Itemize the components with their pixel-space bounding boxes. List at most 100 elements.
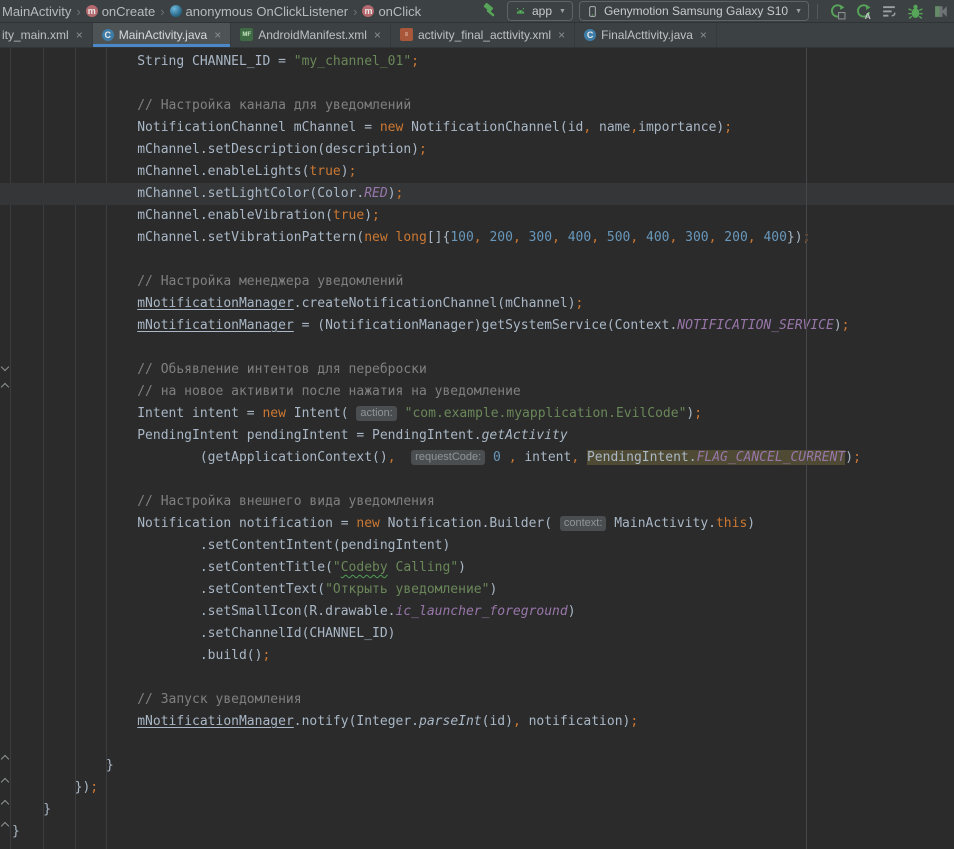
code-line[interactable]: // Обьявление интентов для переброски — [0, 359, 954, 381]
code-token[interactable]: 400 — [646, 230, 669, 245]
code-token[interactable]: Intent intent = — [12, 406, 262, 421]
code-token[interactable]: .setChannelId(CHANNEL_ID) — [12, 626, 396, 641]
code-token[interactable]: mChannel.setLightColor(Color. — [12, 186, 364, 201]
code-line[interactable]: mChannel.setVibrationPattern(new long[]{… — [0, 227, 954, 249]
code-token[interactable]: new — [356, 516, 379, 531]
code-token[interactable]: (id) — [482, 714, 513, 729]
code-token[interactable]: FLAG_CANCEL_CURRENT — [697, 450, 846, 465]
code-token[interactable] — [12, 318, 137, 333]
code-token[interactable] — [579, 450, 587, 465]
code-token[interactable]: ; — [372, 208, 380, 223]
code-token[interactable]: mChannel.enableLights( — [12, 164, 309, 179]
code-token[interactable]: ) — [364, 208, 372, 223]
code-token[interactable]: // Настройка менеджера уведомлений — [12, 274, 403, 289]
attach-debugger-icon[interactable] — [930, 1, 952, 21]
code-line[interactable]: .setContentTitle("Codeby Calling") — [0, 557, 954, 579]
code-line[interactable] — [0, 337, 954, 359]
code-token[interactable]: this — [716, 516, 747, 531]
code-line[interactable]: .setContentIntent(pendingIntent) — [0, 535, 954, 557]
code-token[interactable]: ) — [341, 164, 349, 179]
code-token[interactable]: Notification.Builder( — [380, 516, 560, 531]
code-line[interactable] — [0, 73, 954, 95]
code-token[interactable]: MainActivity. — [606, 516, 716, 531]
code-token[interactable]: ; — [724, 120, 732, 135]
tab-activity-final-acttivity-xml[interactable]: ≡activity_final_acttivity.xml× — [391, 22, 575, 47]
code-token[interactable]: ic_launcher_foreground — [396, 604, 568, 619]
build-hammer-icon[interactable] — [479, 1, 501, 21]
code-token[interactable]: RED — [364, 186, 387, 201]
code-token[interactable]: , — [591, 230, 599, 245]
code-token[interactable]: 200 — [489, 230, 512, 245]
code-token[interactable]: NOTIFICATION_SERVICE — [677, 318, 834, 333]
code-token[interactable]: notification) — [521, 714, 631, 729]
code-token[interactable]: new — [380, 120, 403, 135]
code-token[interactable]: // Запуск уведомления — [12, 692, 302, 707]
code-area[interactable]: String CHANNEL_ID = "my_channel_01"; // … — [0, 51, 954, 843]
code-token[interactable]: ; — [842, 318, 850, 333]
code-token[interactable]: , — [509, 450, 517, 465]
code-token[interactable]: mNotificationManager — [137, 296, 294, 311]
code-token[interactable]: // Настройка канала для уведомлений — [12, 98, 411, 113]
code-token[interactable]: 0 — [493, 450, 501, 465]
code-token[interactable] — [397, 406, 405, 421]
close-icon[interactable]: × — [214, 28, 221, 42]
code-token[interactable]: , — [583, 120, 591, 135]
code-line[interactable]: mChannel.setDescription(description); — [0, 139, 954, 161]
code-token[interactable]: ; — [419, 142, 427, 157]
code-token[interactable]: } — [12, 824, 20, 839]
breadcrumb-item-anonymous-onclicklistener[interactable]: anonymous OnClickListener — [168, 4, 351, 19]
fold-marker-icon[interactable] — [2, 800, 8, 806]
code-line[interactable]: // Запуск уведомления — [0, 689, 954, 711]
code-token[interactable]: "Открыть уведомление" — [325, 582, 489, 597]
code-token[interactable]: parseInt — [419, 714, 482, 729]
code-line[interactable]: // Настройка внешнего вида уведомления — [0, 491, 954, 513]
run-configuration-select[interactable]: app ▼ — [507, 1, 573, 21]
code-token[interactable]: 400 — [568, 230, 591, 245]
code-token[interactable]: String CHANNEL_ID = — [12, 54, 294, 69]
code-token[interactable]: ; — [576, 296, 584, 311]
code-token[interactable]: .setContentTitle( — [12, 560, 333, 575]
code-token[interactable]: // Настройка внешнего вида уведомления — [12, 494, 435, 509]
code-token[interactable]: }) — [12, 780, 90, 795]
code-token[interactable]: 400 — [763, 230, 786, 245]
code-token[interactable]: PendingIntent. — [587, 450, 697, 465]
code-line[interactable]: mChannel.enableLights(true); — [0, 161, 954, 183]
code-token[interactable]: 500 — [607, 230, 630, 245]
code-token[interactable]: , — [513, 714, 521, 729]
code-token[interactable]: true — [309, 164, 340, 179]
code-line[interactable]: // Настройка менеджера уведомлений — [0, 271, 954, 293]
tab-androidmanifest-xml[interactable]: MFAndroidManifest.xml× — [231, 22, 391, 47]
code-line[interactable]: mChannel.enableVibration(true); — [0, 205, 954, 227]
code-line[interactable]: mNotificationManager.createNotificationC… — [0, 293, 954, 315]
code-token[interactable]: NotificationChannel mChannel = — [12, 120, 380, 135]
code-token[interactable] — [396, 450, 412, 465]
code-token[interactable]: mNotificationManager — [137, 318, 294, 333]
code-line[interactable]: .setContentText("Открыть уведомление") — [0, 579, 954, 601]
tab-finalacttivity-java[interactable]: CFinalActtivity.java× — [575, 22, 717, 47]
code-token[interactable]: ; — [396, 186, 404, 201]
code-line[interactable] — [0, 249, 954, 271]
code-token[interactable]: Notification notification = — [12, 516, 356, 531]
code-line[interactable]: .build(); — [0, 645, 954, 667]
close-icon[interactable]: × — [558, 28, 565, 42]
code-token[interactable] — [560, 230, 568, 245]
fold-marker-icon[interactable] — [2, 778, 8, 784]
code-token[interactable] — [638, 230, 646, 245]
code-token[interactable]: ; — [630, 714, 638, 729]
list-arrow-icon[interactable] — [878, 1, 900, 21]
code-token[interactable] — [677, 230, 685, 245]
code-token[interactable]: 300 — [529, 230, 552, 245]
code-token[interactable]: mChannel.setVibrationPattern( — [12, 230, 364, 245]
code-token[interactable]: }) — [787, 230, 803, 245]
code-line[interactable]: mNotificationManager.notify(Integer.pars… — [0, 711, 954, 733]
code-token[interactable]: ; — [694, 406, 702, 421]
code-token[interactable]: , — [474, 230, 482, 245]
code-token[interactable]: new — [262, 406, 285, 421]
fold-marker-icon[interactable] — [2, 822, 8, 828]
code-token[interactable]: PendingIntent pendingIntent = PendingInt… — [12, 428, 482, 443]
code-line[interactable]: PendingIntent pendingIntent = PendingInt… — [0, 425, 954, 447]
code-token[interactable]: new long — [364, 230, 427, 245]
code-line[interactable]: Notification notification = new Notifica… — [0, 513, 954, 535]
device-select[interactable]: Genymotion Samsung Galaxy S10 ▼ — [579, 1, 809, 21]
debug-icon[interactable] — [904, 1, 926, 21]
